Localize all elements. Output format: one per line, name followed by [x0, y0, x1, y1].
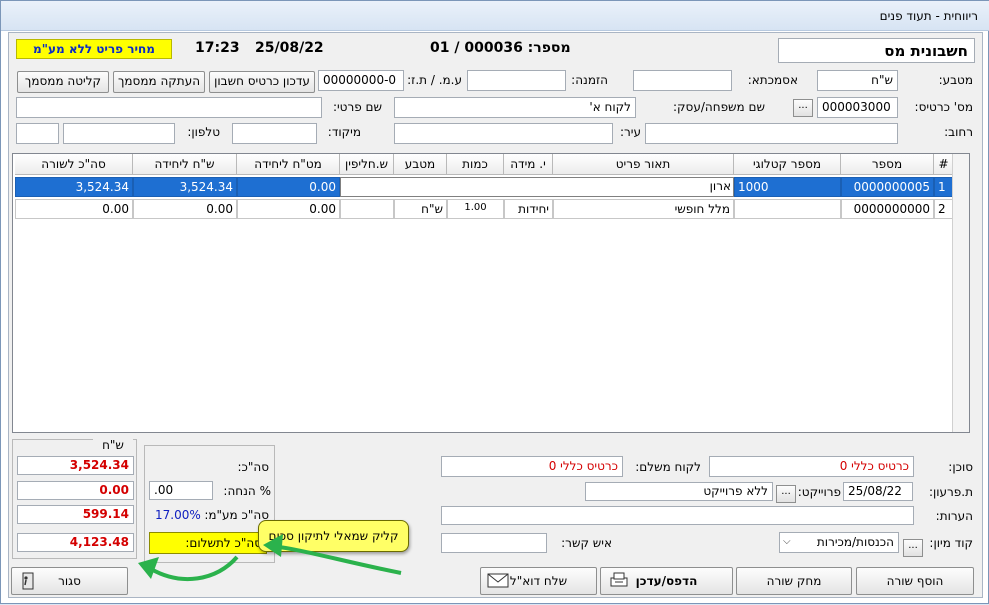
annotation-arrows [138, 534, 402, 581]
cell-desc[interactable]: ארון [553, 177, 734, 197]
app-window: ריווחית - תעוד פנים חשבונית מס מספר: 000… [0, 0, 989, 604]
